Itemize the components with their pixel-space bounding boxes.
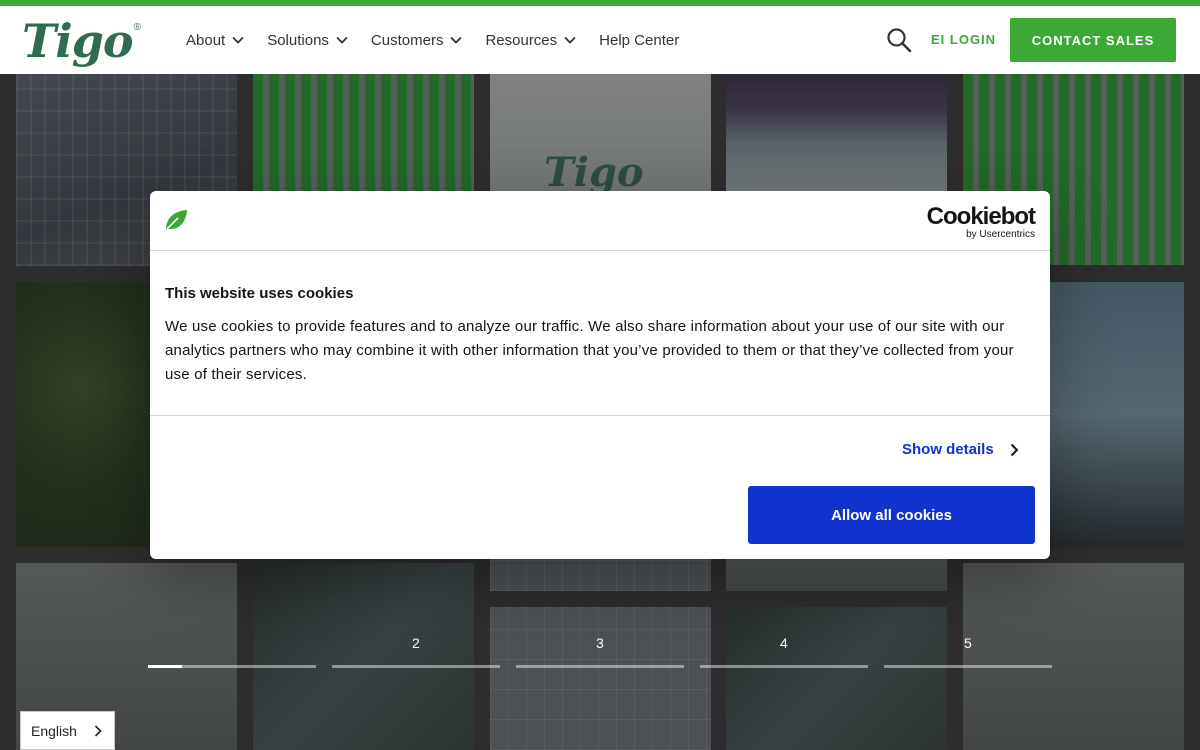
show-details-link[interactable]: Show details — [902, 441, 1019, 458]
divider — [150, 415, 1050, 416]
slide-progress-fill — [148, 665, 182, 668]
slide-indicator-5[interactable] — [884, 665, 1052, 668]
cookie-dialog-title: This website uses cookies — [165, 285, 354, 302]
language-selected: English — [31, 722, 77, 739]
slide-number: 2 — [412, 635, 420, 651]
logo-wordmark: Tigo — [22, 14, 134, 68]
nav-item-label: Resources — [485, 31, 558, 49]
show-details-label: Show details — [902, 441, 994, 458]
nav-item-label: Solutions — [267, 31, 329, 49]
nav-item-label: Help Center — [599, 31, 680, 49]
main-nav: About Solutions Customers Resources Help… — [186, 6, 702, 74]
slide-indicator-3[interactable] — [516, 665, 684, 668]
registered-mark: ® — [133, 22, 141, 33]
allow-all-cookies-button[interactable]: Allow all cookies — [748, 486, 1035, 544]
nav-item-help-center[interactable]: Help Center — [599, 32, 679, 49]
cookie-dialog-text: We use cookies to provide features and t… — [165, 318, 1014, 383]
language-selector[interactable]: English — [20, 711, 115, 750]
cookie-dialog-body: This website uses cookies We use cookies… — [165, 285, 1035, 387]
leaf-icon — [166, 210, 187, 230]
chevron-right-icon — [94, 725, 102, 737]
contact-sales-button[interactable]: CONTACT SALES — [1010, 18, 1176, 62]
slide-indicator-1[interactable] — [148, 665, 316, 668]
search-icon[interactable] — [886, 27, 912, 53]
site-header: Tigo ® About Solutions Customers Resourc… — [0, 6, 1200, 74]
chevron-down-icon — [450, 36, 463, 44]
slide-indicator-4[interactable] — [700, 665, 868, 668]
slide-number: 3 — [596, 635, 604, 651]
nav-item-customers[interactable]: Customers — [371, 32, 463, 49]
nav-item-label: About — [186, 31, 226, 49]
slide-indicator-2[interactable] — [332, 665, 500, 668]
ei-login-link[interactable]: EI LOGIN — [931, 32, 996, 47]
nav-item-resources[interactable]: Resources — [485, 32, 576, 49]
cookiebot-byline: by Usercentrics — [966, 229, 1035, 240]
chevron-down-icon — [336, 36, 348, 44]
cookie-consent-dialog: Cookiebot by Usercentrics This website u… — [150, 191, 1050, 559]
nav-item-about[interactable]: About — [186, 32, 244, 49]
slide-number: 5 — [964, 635, 972, 651]
cookie-dialog-header: Cookiebot by Usercentrics — [150, 191, 1050, 251]
nav-item-solutions[interactable]: Solutions — [267, 32, 348, 49]
tigo-logo[interactable]: Tigo ® — [22, 16, 141, 66]
chevron-right-icon — [1010, 443, 1019, 456]
slide-number: 4 — [780, 635, 788, 651]
chevron-down-icon — [564, 36, 576, 44]
nav-item-label: Customers — [370, 31, 444, 49]
chevron-down-icon — [232, 36, 244, 44]
cookiebot-logo[interactable]: Cookiebot by Usercentrics — [926, 203, 1036, 240]
cookiebot-brand-name: Cookiebot — [926, 203, 1036, 230]
